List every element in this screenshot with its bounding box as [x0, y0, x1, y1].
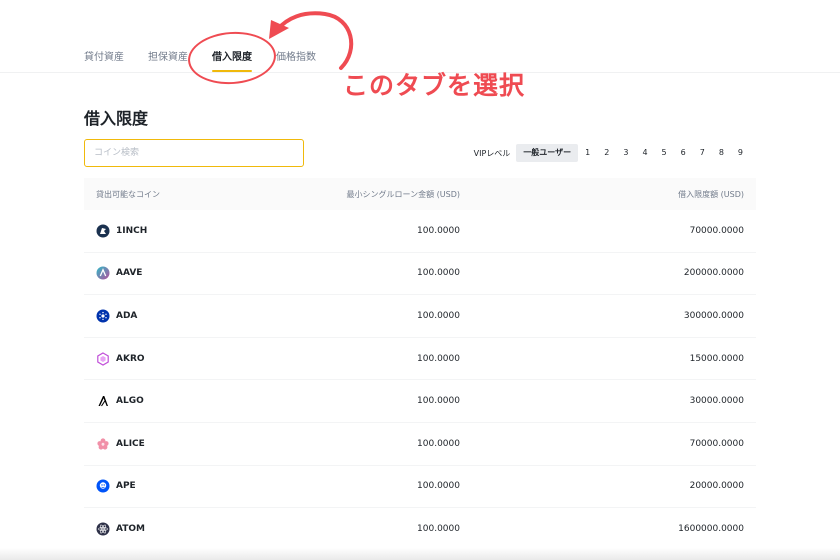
coin-cell: ADA: [84, 309, 264, 323]
min-loan-value: 100.0000: [417, 396, 460, 407]
borrow-limit-value: 70000.0000: [689, 225, 744, 236]
coin-cell: AKRO: [84, 351, 264, 366]
vip-option-5[interactable]: 5: [655, 144, 674, 162]
algo-icon: [98, 396, 108, 407]
table-row: ALGO 100.0000 30000.0000: [84, 380, 756, 423]
min-loan-value: 100.0000: [417, 310, 460, 321]
borrow-limit-value: 70000.0000: [689, 438, 744, 449]
min-loan-value: 100.0000: [417, 353, 460, 364]
vip-option-9[interactable]: 9: [731, 144, 750, 162]
header-min-loan: 最小シングルローン金額 (USD): [346, 189, 460, 199]
table-row: ATOM 100.0000 1600000.0000: [84, 508, 756, 551]
borrow-limit-value: 1600000.0000: [678, 523, 744, 534]
vip-option-4[interactable]: 4: [635, 144, 654, 162]
ada-icon: [96, 309, 110, 323]
table-row: ALICE 100.0000 70000.0000: [84, 423, 756, 466]
borrow-limit-value: 15000.0000: [689, 353, 744, 364]
vip-option-6[interactable]: 6: [674, 144, 693, 162]
table-row: AKRO 100.0000 15000.0000: [84, 338, 756, 381]
coin-name: AKRO: [116, 353, 145, 364]
coin-name: ATOM: [116, 523, 146, 534]
coin-name: ALICE: [116, 438, 145, 449]
borrow-limit-table: 貸出可能なコイン 最小シングルローン金額 (USD) 借入限度額 (USD) 1…: [84, 178, 756, 551]
min-loan-value: 100.0000: [417, 481, 460, 492]
coin-search-input[interactable]: [84, 139, 304, 167]
coin-cell: ALICE: [84, 437, 264, 451]
coin-cell: AAVE: [84, 266, 264, 280]
coin-cell: ALGO: [84, 394, 264, 408]
tab-collateral-assets[interactable]: 担保資産: [148, 40, 188, 72]
coin-name: APE: [116, 481, 136, 492]
bottom-edge-shadow: [0, 548, 840, 560]
table-row: 1INCH 100.0000 70000.0000: [84, 210, 756, 253]
aave-icon: [96, 266, 110, 280]
coin-cell: APE: [84, 479, 264, 493]
borrow-limit-value: 20000.0000: [689, 481, 744, 492]
ape-icon: [96, 479, 110, 493]
table-header: 貸出可能なコイン 最小シングルローン金額 (USD) 借入限度額 (USD): [84, 178, 756, 210]
min-loan-value: 100.0000: [417, 523, 460, 534]
min-loan-value: 100.0000: [417, 438, 460, 449]
table-row: ADA 100.0000 300000.0000: [84, 295, 756, 338]
1inch-icon: [96, 224, 110, 238]
borrow-limit-value: 200000.0000: [683, 268, 744, 279]
vip-level-selector: VIPレベル 一般ユーザー 1 2 3 4 5 6 7 8 9: [474, 144, 750, 162]
tab-lending-assets[interactable]: 貸付資産: [84, 40, 124, 72]
borrow-limit-value: 300000.0000: [683, 310, 744, 321]
akro-icon: [97, 351, 109, 366]
header-coin: 貸出可能なコイン: [96, 189, 160, 199]
vip-option-3[interactable]: 3: [616, 144, 635, 162]
annotation-text: このタブを選択: [343, 71, 526, 100]
coin-cell: ATOM: [84, 522, 264, 536]
coin-name: ALGO: [116, 396, 144, 407]
table-row: AAVE 100.0000 200000.0000: [84, 253, 756, 296]
coin-name: ADA: [116, 310, 138, 321]
min-loan-value: 100.0000: [417, 225, 460, 236]
table-row: APE 100.0000 20000.0000: [84, 466, 756, 509]
vip-option-1[interactable]: 1: [578, 144, 597, 162]
coin-name: 1INCH: [116, 225, 148, 236]
coin-name: AAVE: [116, 268, 143, 279]
vip-option-regular[interactable]: 一般ユーザー: [516, 144, 579, 162]
vip-option-8[interactable]: 8: [712, 144, 731, 162]
vip-level-label: VIPレベル: [473, 148, 511, 158]
min-loan-value: 100.0000: [417, 268, 460, 279]
page-title: 借入限度: [84, 109, 149, 128]
atom-icon: [96, 522, 110, 536]
coin-cell: 1INCH: [84, 224, 264, 238]
vip-option-2[interactable]: 2: [597, 144, 616, 162]
vip-option-7[interactable]: 7: [693, 144, 712, 162]
borrow-limit-value: 30000.0000: [689, 396, 744, 407]
alice-icon: [97, 438, 109, 450]
header-borrow-limit: 借入限度額 (USD): [678, 189, 744, 199]
